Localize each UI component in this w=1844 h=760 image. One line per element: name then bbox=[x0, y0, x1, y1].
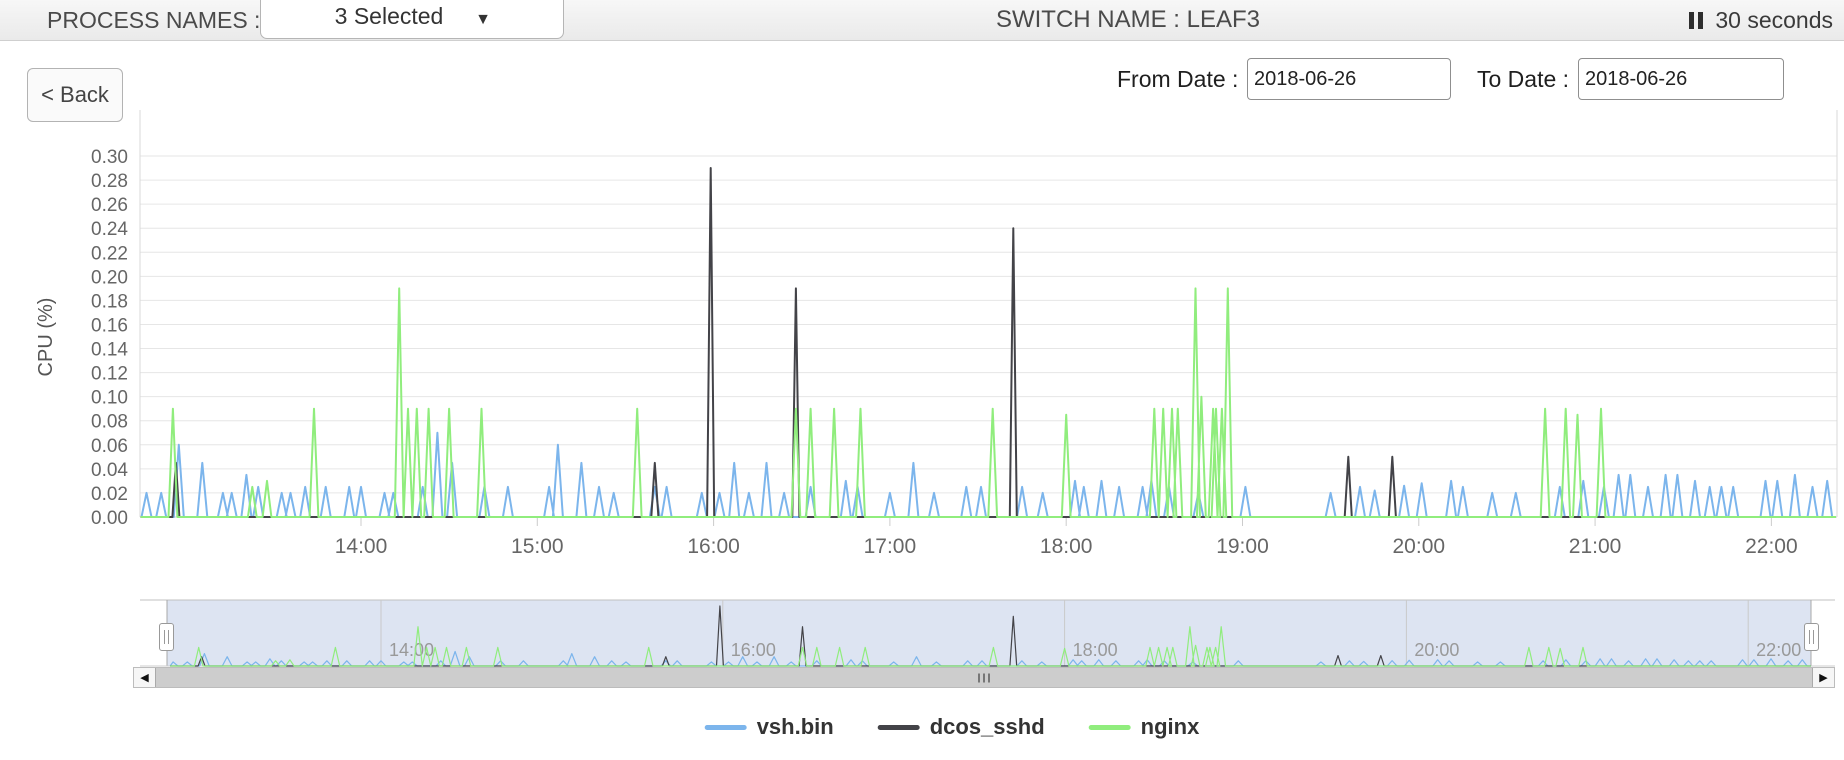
process-names-label: PROCESS NAMES : bbox=[47, 7, 261, 33]
y-axis-tick-label: 0.28 bbox=[91, 171, 128, 192]
legend-label: dcos_sshd bbox=[929, 714, 1045, 739]
pause-icon[interactable] bbox=[1689, 11, 1704, 29]
y-axis-tick-label: 0.10 bbox=[91, 388, 128, 409]
chart-legend: vsh.bin dcos_sshd nginx bbox=[704, 714, 1200, 740]
chevron-down-icon: ▼ bbox=[475, 11, 491, 28]
y-axis-tick-label: 0.18 bbox=[91, 291, 128, 312]
legend-item-vsh.bin[interactable]: vsh.bin bbox=[704, 714, 834, 740]
y-axis-title: CPU (%) bbox=[35, 298, 57, 377]
y-axis-tick-label: 0.24 bbox=[91, 219, 128, 240]
y-axis-tick-label: 0.12 bbox=[91, 364, 128, 385]
navigator-tick-label: 20:00 bbox=[1414, 640, 1459, 660]
y-axis-tick-label: 0.16 bbox=[91, 315, 128, 336]
navigator-scrollbar: ◀ ▶ bbox=[133, 667, 1835, 688]
top-bar: PROCESS NAMES : 3 Selected ▼ SWITCH NAME… bbox=[0, 0, 1844, 41]
y-axis-tick-label: 0.20 bbox=[91, 267, 128, 288]
refresh-interval-label: 30 seconds bbox=[1715, 6, 1833, 33]
x-axis-tick-label: 17:00 bbox=[864, 535, 917, 558]
x-axis-tick-label: 22:00 bbox=[1745, 535, 1798, 558]
navigator-handle-right[interactable] bbox=[1804, 623, 1819, 651]
plot-area[interactable] bbox=[140, 110, 1837, 517]
scrollbar-thumb[interactable] bbox=[156, 668, 1812, 687]
y-axis-tick-label: 0.30 bbox=[91, 147, 128, 168]
y-axis-tick-label: 0.06 bbox=[91, 436, 128, 457]
navigator-tick-label: 18:00 bbox=[1073, 640, 1118, 660]
legend-label: nginx bbox=[1140, 714, 1200, 739]
y-axis-tick-label: 0.00 bbox=[91, 508, 128, 529]
x-axis-tick-label: 20:00 bbox=[1393, 535, 1446, 558]
switch-name-label: SWITCH NAME : LEAF3 bbox=[995, 6, 1261, 33]
x-axis-tick-label: 18:00 bbox=[1040, 535, 1093, 558]
y-axis-tick-label: 0.22 bbox=[91, 243, 128, 264]
x-axis-tick-label: 14:00 bbox=[335, 535, 388, 558]
legend-swatch bbox=[1088, 724, 1131, 730]
legend-swatch bbox=[704, 724, 747, 730]
scroll-right-button[interactable]: ▶ bbox=[1812, 668, 1834, 687]
process-dropdown-value: 3 Selected bbox=[334, 3, 444, 29]
cpu-usage-chart: 0.00 0.02 0.04 0.06 0.08 0.10 0.12 0.14 0.16 0.18… bbox=[35, 110, 1838, 667]
legend-item-nginx[interactable]: nginx bbox=[1088, 714, 1200, 740]
navigator-tick-label: 16:00 bbox=[731, 640, 776, 660]
navigator-handle-left[interactable] bbox=[159, 623, 174, 651]
scrollbar-grip-icon bbox=[978, 673, 990, 682]
x-axis-tick-label: 16:00 bbox=[687, 535, 740, 558]
navigator-tick-label: 22:00 bbox=[1756, 640, 1801, 660]
process-names-dropdown[interactable]: 3 Selected ▼ bbox=[260, 0, 564, 39]
refresh-control: 30 seconds bbox=[1689, 0, 1833, 40]
y-axis-tick-label: 0.26 bbox=[91, 195, 128, 216]
x-axis-tick-label: 19:00 bbox=[1216, 535, 1269, 558]
x-axis-tick-label: 21:00 bbox=[1569, 535, 1622, 558]
legend-swatch bbox=[877, 724, 920, 730]
scroll-left-button[interactable]: ◀ bbox=[134, 668, 156, 687]
y-axis-tick-label: 0.04 bbox=[91, 460, 128, 481]
y-axis-tick-label: 0.08 bbox=[91, 412, 128, 433]
x-axis-tick-label: 15:00 bbox=[511, 535, 564, 558]
legend-label: vsh.bin bbox=[756, 714, 834, 739]
legend-item-dcos_sshd[interactable]: dcos_sshd bbox=[877, 714, 1045, 740]
y-axis-tick-label: 0.02 bbox=[91, 484, 128, 505]
y-axis-tick-label: 0.14 bbox=[91, 340, 128, 361]
